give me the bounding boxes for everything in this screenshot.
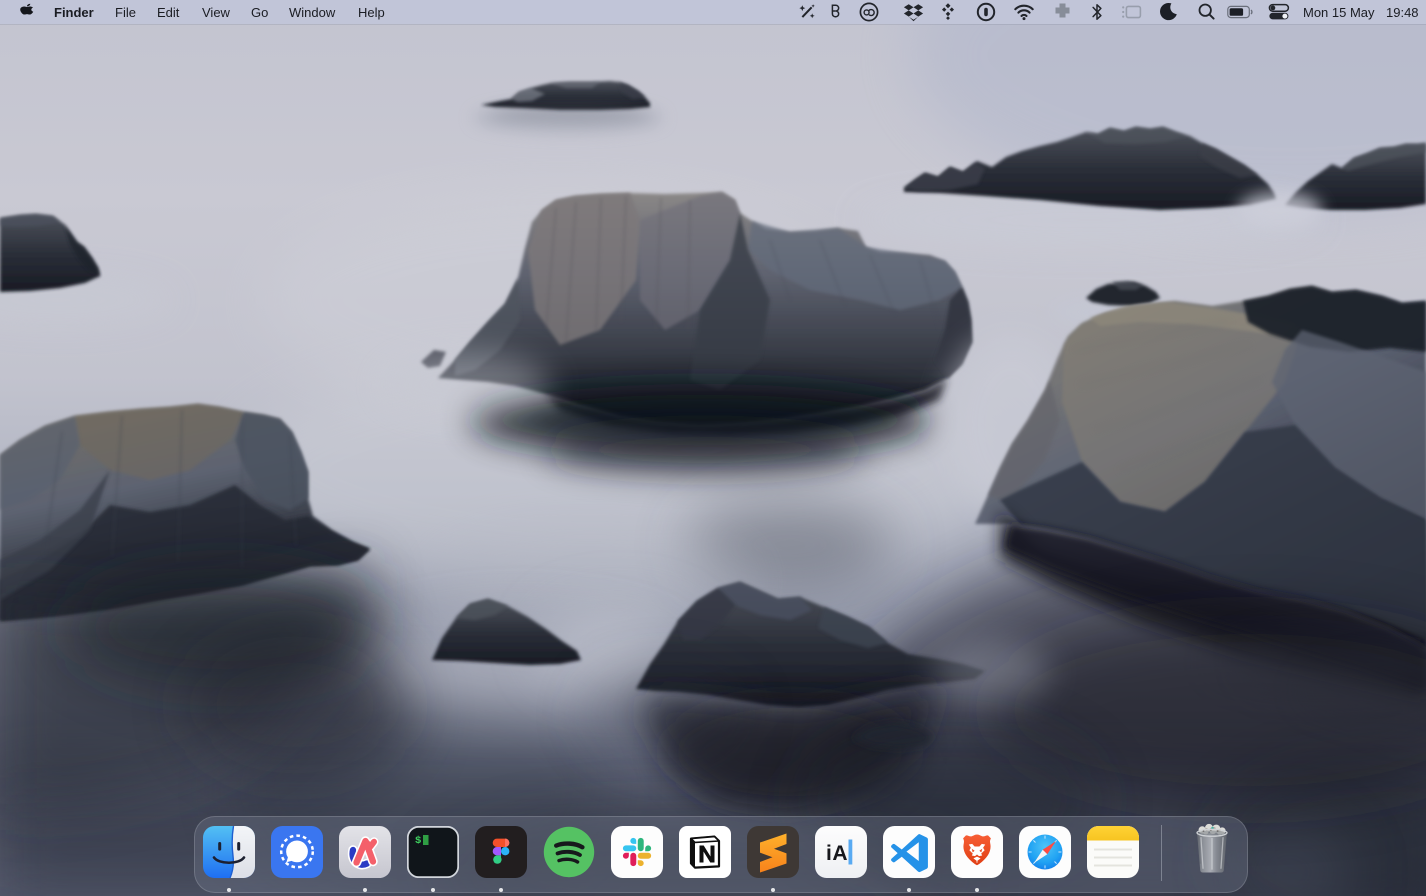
svg-text:iA: iA: [826, 842, 848, 865]
svg-text:$: $: [415, 835, 421, 847]
